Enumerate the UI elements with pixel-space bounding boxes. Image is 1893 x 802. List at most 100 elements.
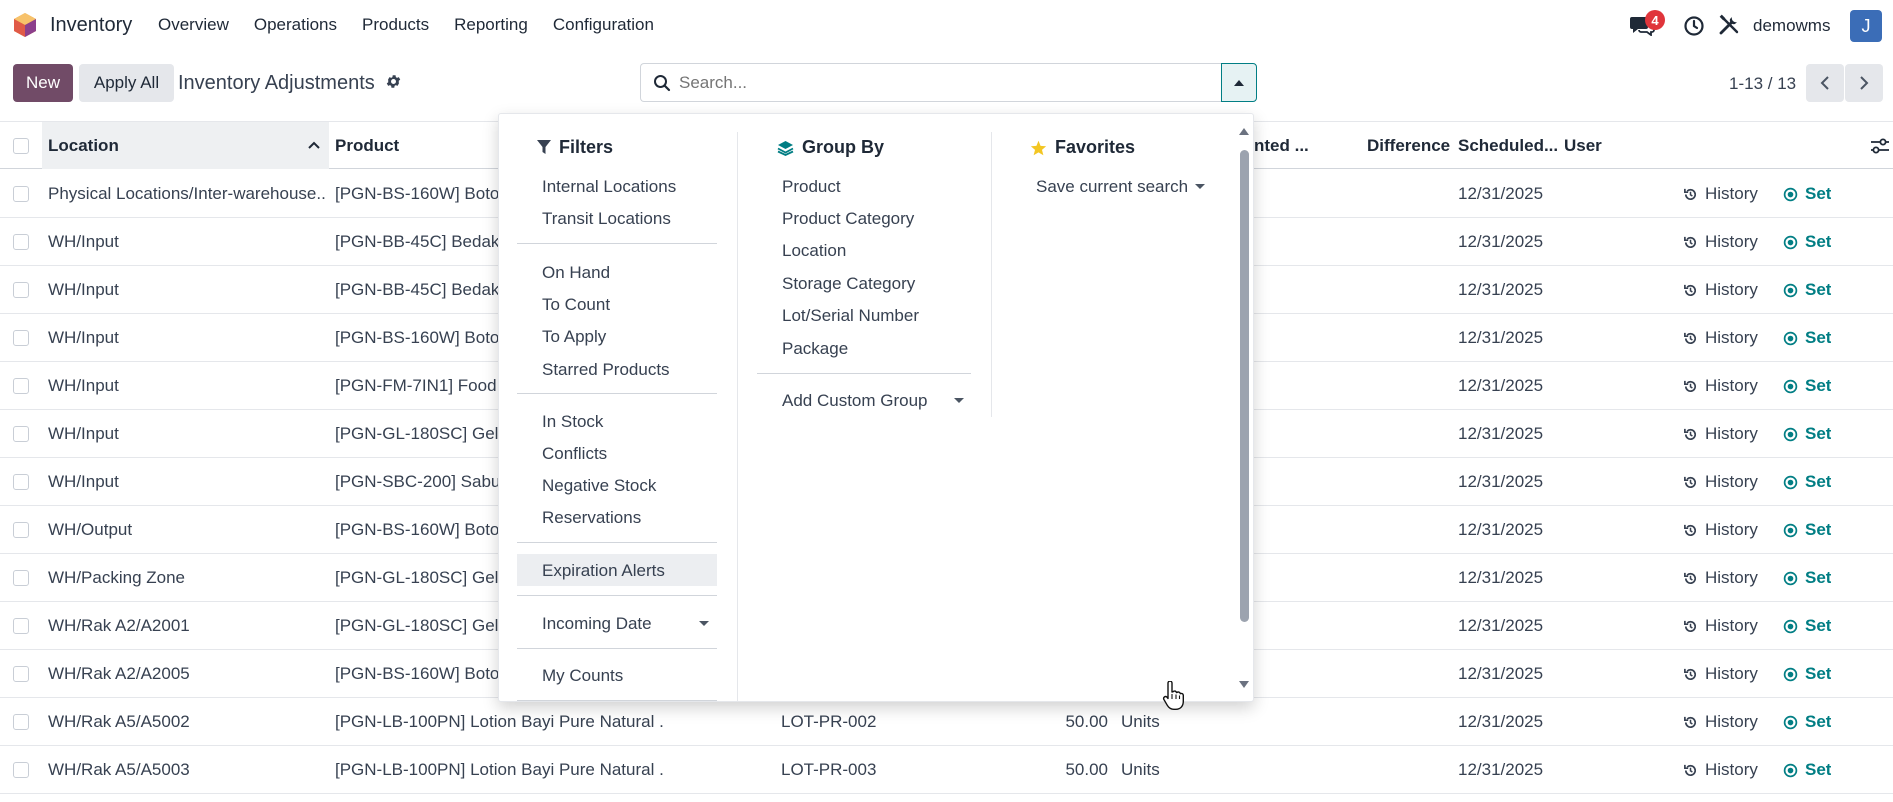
pager-value[interactable]: 1-13 / 13 [1729, 74, 1796, 94]
header-scheduled[interactable]: Scheduled... [1458, 136, 1558, 156]
header-location[interactable]: Location [48, 136, 119, 156]
filter-reservations[interactable]: Reservations [542, 508, 641, 528]
set-button[interactable]: Set [1783, 376, 1831, 396]
row-checkbox[interactable] [13, 618, 29, 634]
history-button[interactable]: History [1683, 520, 1758, 540]
history-button[interactable]: History [1683, 280, 1758, 300]
history-button[interactable]: History [1683, 472, 1758, 492]
header-difference[interactable]: Difference [1367, 136, 1450, 156]
apply-all-button[interactable]: Apply All [79, 64, 174, 102]
row-checkbox[interactable] [13, 186, 29, 202]
scroll-down-arrow-icon[interactable] [1238, 680, 1250, 690]
dropdown-scroll-thumb[interactable] [1240, 150, 1249, 622]
groupby-storage-category[interactable]: Storage Category [782, 274, 915, 294]
groupby-product-category[interactable]: Product Category [782, 209, 914, 229]
filter-transit-locations[interactable]: Transit Locations [542, 209, 671, 229]
filter-negative-stock[interactable]: Negative Stock [542, 476, 656, 496]
history-button[interactable]: History [1683, 616, 1758, 636]
row-checkbox[interactable] [13, 426, 29, 442]
menu-configuration[interactable]: Configuration [553, 15, 654, 35]
menu-operations[interactable]: Operations [254, 15, 337, 35]
save-current-search-caret-icon[interactable] [1195, 184, 1205, 189]
username[interactable]: demowms [1753, 16, 1830, 36]
filter-starred-products[interactable]: Starred Products [542, 360, 670, 380]
history-button[interactable]: History [1683, 712, 1758, 732]
history-button[interactable]: History [1683, 376, 1758, 396]
menu-overview[interactable]: Overview [158, 15, 229, 35]
add-custom-group-select[interactable]: Add Custom Group [782, 391, 928, 411]
filter-conflicts[interactable]: Conflicts [542, 444, 607, 464]
cell-location: WH/Rak A2/A2001 [48, 616, 190, 635]
filter-expiration-alerts[interactable]: Expiration Alerts [542, 561, 665, 581]
filter-my-counts[interactable]: My Counts [542, 666, 623, 686]
set-button[interactable]: Set [1783, 184, 1831, 204]
history-label: History [1705, 616, 1758, 635]
new-button[interactable]: New [13, 64, 73, 102]
gear-icon[interactable] [385, 73, 402, 90]
row-checkbox[interactable] [13, 474, 29, 490]
search-options-toggle[interactable] [1221, 63, 1257, 102]
row-checkbox[interactable] [13, 522, 29, 538]
menu-products[interactable]: Products [362, 15, 429, 35]
history-button[interactable]: History [1683, 760, 1758, 780]
set-button[interactable]: Set [1783, 232, 1831, 252]
set-button[interactable]: Set [1783, 712, 1831, 732]
add-custom-group-caret-icon[interactable] [954, 398, 964, 403]
scroll-up-arrow-icon[interactable] [1238, 126, 1250, 136]
row-checkbox[interactable] [13, 378, 29, 394]
save-current-search[interactable]: Save current search [1036, 177, 1188, 197]
filter-on-hand[interactable]: On Hand [542, 263, 610, 283]
pager-next-button[interactable] [1845, 64, 1883, 102]
groupby-package[interactable]: Package [782, 339, 848, 359]
history-button[interactable]: History [1683, 664, 1758, 684]
set-button[interactable]: Set [1783, 520, 1831, 540]
tools-icon[interactable] [1718, 14, 1740, 36]
search-input[interactable] [679, 70, 1199, 96]
filter-to-apply[interactable]: To Apply [542, 327, 606, 347]
header-counted[interactable]: nted ... [1254, 136, 1309, 156]
set-button[interactable]: Set [1783, 664, 1831, 684]
header-product[interactable]: Product [335, 136, 399, 156]
set-button[interactable]: Set [1783, 424, 1831, 444]
column-settings-icon[interactable] [1870, 137, 1890, 155]
filter-internal-locations[interactable]: Internal Locations [542, 177, 676, 197]
row-checkbox[interactable] [13, 714, 29, 730]
set-button[interactable]: Set [1783, 568, 1831, 588]
groupby-product[interactable]: Product [782, 177, 841, 197]
history-button[interactable]: History [1683, 232, 1758, 252]
groupby-location[interactable]: Location [782, 241, 846, 261]
history-button[interactable]: History [1683, 184, 1758, 204]
app-name[interactable]: Inventory [50, 14, 132, 37]
table-row[interactable]: WH/Rak A5/A5003 [PGN-LB-100PN] Lotion Bay… [0, 746, 1893, 794]
header-user[interactable]: User [1564, 136, 1602, 156]
filter-to-count[interactable]: To Count [542, 295, 610, 315]
select-all-checkbox[interactable] [13, 138, 29, 154]
cell-location: WH/Input [48, 232, 119, 251]
inventory-app-icon[interactable] [12, 12, 38, 38]
menu-reporting[interactable]: Reporting [454, 15, 528, 35]
row-checkbox[interactable] [13, 570, 29, 586]
set-button[interactable]: Set [1783, 328, 1831, 348]
groupby-lot-serial-number[interactable]: Lot/Serial Number [782, 306, 919, 326]
history-button[interactable]: History [1683, 424, 1758, 444]
filter-incoming-date[interactable]: Incoming Date [542, 614, 652, 634]
filter-in-stock[interactable]: In Stock [542, 412, 603, 432]
cell-scheduled-date: 12/31/2025 [1458, 424, 1544, 443]
history-button[interactable]: History [1683, 568, 1758, 588]
set-button[interactable]: Set [1783, 280, 1831, 300]
row-checkbox[interactable] [13, 666, 29, 682]
clock-icon[interactable] [1683, 15, 1705, 37]
set-button[interactable]: Set [1783, 760, 1831, 780]
pager-previous-button[interactable] [1806, 64, 1844, 102]
table-row[interactable]: WH/Rak A5/A5002 [PGN-LB-100PN] Lotion Bay… [0, 698, 1893, 746]
row-checkbox[interactable] [13, 234, 29, 250]
row-checkbox[interactable] [13, 330, 29, 346]
incoming-date-caret-icon[interactable] [699, 621, 709, 626]
set-button[interactable]: Set [1783, 616, 1831, 636]
history-button[interactable]: History [1683, 328, 1758, 348]
avatar[interactable]: J [1850, 10, 1882, 42]
row-checkbox[interactable] [13, 282, 29, 298]
cell-quantity: 50.00 [1065, 760, 1108, 779]
row-checkbox[interactable] [13, 762, 29, 778]
set-button[interactable]: Set [1783, 472, 1831, 492]
